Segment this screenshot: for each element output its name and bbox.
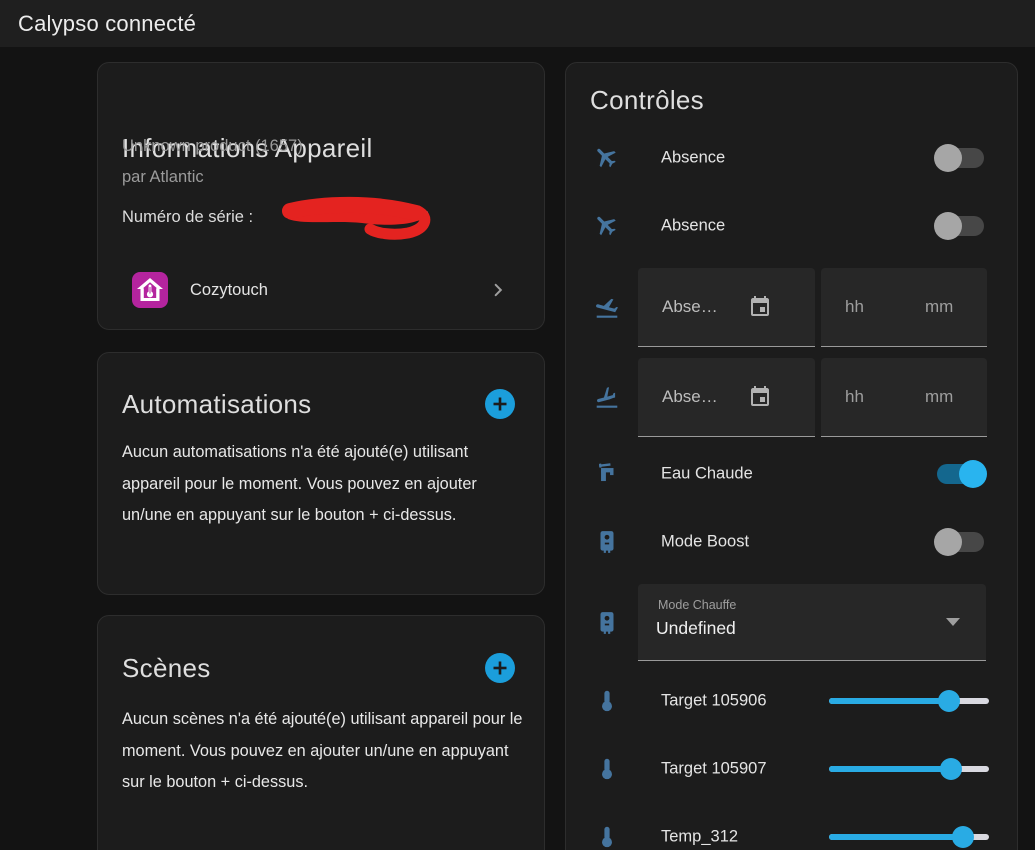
automations-card: Automatisations Aucun automatisations n'… bbox=[97, 352, 545, 595]
controls-card: Contrôles Absence Absence Abse… bbox=[565, 62, 1018, 850]
scenes-card: Scènes Aucun scènes n'a été ajouté(e) ut… bbox=[97, 615, 545, 850]
faucet-icon bbox=[594, 461, 620, 487]
toggle-knob bbox=[934, 528, 962, 556]
control-row-target-105907: Target 105907 bbox=[566, 755, 1019, 783]
toggle-knob bbox=[934, 144, 962, 172]
target-105907-slider[interactable] bbox=[829, 758, 989, 780]
slider-fill bbox=[829, 834, 963, 840]
temp-312-slider[interactable] bbox=[829, 826, 989, 848]
automations-empty-text: Aucun automatisations n'a été ajouté(e) … bbox=[122, 437, 528, 532]
control-row-target-105906: Target 105906 bbox=[566, 687, 1019, 715]
eau-chaude-toggle[interactable] bbox=[937, 464, 984, 484]
control-row-mode-chauffe: Mode Chauffe Undefined bbox=[566, 584, 1019, 661]
device-product: Unknown product (1657) bbox=[122, 137, 303, 156]
airplane-takeoff-icon bbox=[594, 295, 620, 321]
device-info-card: Informations Appareil Unknown product (1… bbox=[97, 62, 545, 330]
select-label: Mode Chauffe bbox=[658, 598, 736, 612]
control-row-absence-start: Abse… hh mm bbox=[566, 268, 1019, 347]
control-label: Mode Boost bbox=[661, 533, 749, 552]
control-row-absence-1: Absence bbox=[566, 144, 1019, 172]
device-serial-tail: 2 bbox=[420, 208, 429, 227]
water-boiler-icon bbox=[594, 529, 620, 555]
mode-chauffe-select[interactable]: Mode Chauffe Undefined bbox=[638, 584, 986, 661]
slider-thumb[interactable] bbox=[940, 758, 962, 780]
thermometer-icon bbox=[594, 824, 620, 850]
minute-placeholder[interactable]: mm bbox=[925, 387, 953, 407]
add-automation-button[interactable] bbox=[485, 389, 515, 419]
calendar-icon bbox=[748, 295, 772, 319]
page-title: Calypso connecté bbox=[0, 11, 196, 37]
select-value: Undefined bbox=[656, 618, 736, 639]
absence-toggle-1[interactable] bbox=[937, 148, 984, 168]
hour-placeholder[interactable]: hh bbox=[845, 297, 864, 317]
control-label: Absence bbox=[661, 217, 725, 236]
airplane-icon bbox=[594, 145, 620, 171]
control-row-absence-end: Abse… hh mm bbox=[566, 358, 1019, 437]
hour-placeholder[interactable]: hh bbox=[845, 387, 864, 407]
chevron-right-icon bbox=[488, 280, 508, 300]
control-label: Target 105906 bbox=[661, 692, 767, 711]
water-boiler-icon bbox=[594, 610, 620, 636]
control-row-temp-312: Temp_312 bbox=[566, 823, 1019, 850]
thermometer-icon bbox=[594, 756, 620, 782]
plus-icon bbox=[492, 660, 508, 676]
integration-row-cozytouch[interactable]: Cozytouch bbox=[122, 266, 522, 314]
minute-placeholder[interactable]: mm bbox=[925, 297, 953, 317]
absence-toggle-2[interactable] bbox=[937, 216, 984, 236]
airplane-landing-icon bbox=[594, 385, 620, 411]
absence-end-time-input[interactable]: hh mm bbox=[821, 358, 987, 437]
app-header: Calypso connecté bbox=[0, 0, 1035, 47]
control-row-mode-boost: Mode Boost bbox=[566, 528, 1019, 556]
toggle-knob bbox=[959, 460, 987, 488]
control-label: Absence bbox=[661, 149, 725, 168]
target-105906-slider[interactable] bbox=[829, 690, 989, 712]
dropdown-arrow-icon bbox=[946, 618, 960, 626]
serial-redaction-scribble-icon bbox=[274, 187, 436, 243]
slider-fill bbox=[829, 698, 949, 704]
calendar-icon bbox=[748, 385, 772, 409]
thermometer-icon bbox=[594, 688, 620, 714]
control-row-eau-chaude: Eau Chaude bbox=[566, 460, 1019, 488]
control-label: Temp_312 bbox=[661, 828, 738, 847]
absence-start-time-input[interactable]: hh mm bbox=[821, 268, 987, 347]
absence-end-date-input[interactable]: Abse… bbox=[638, 358, 815, 437]
integration-name: Cozytouch bbox=[190, 281, 488, 300]
cozytouch-logo-icon bbox=[132, 272, 168, 308]
scenes-empty-text: Aucun scènes n'a été ajouté(e) utilisant… bbox=[122, 704, 528, 799]
control-row-absence-2: Absence bbox=[566, 212, 1019, 240]
absence-start-date-input[interactable]: Abse… bbox=[638, 268, 815, 347]
control-label: Target 105907 bbox=[661, 760, 767, 779]
device-manufacturer: par Atlantic bbox=[122, 168, 204, 187]
airplane-icon bbox=[594, 213, 620, 239]
automations-title: Automatisations bbox=[122, 389, 311, 420]
device-serial-label: Numéro de série : bbox=[122, 208, 253, 227]
device-page: Calypso connecté Informations Appareil U… bbox=[0, 0, 1035, 850]
mode-boost-toggle[interactable] bbox=[937, 532, 984, 552]
toggle-knob bbox=[934, 212, 962, 240]
control-label: Eau Chaude bbox=[661, 465, 753, 484]
date-placeholder: Abse… bbox=[662, 297, 718, 317]
slider-fill bbox=[829, 766, 951, 772]
add-scene-button[interactable] bbox=[485, 653, 515, 683]
scenes-title: Scènes bbox=[122, 653, 211, 684]
controls-title: Contrôles bbox=[590, 85, 704, 116]
slider-thumb[interactable] bbox=[952, 826, 974, 848]
slider-thumb[interactable] bbox=[938, 690, 960, 712]
plus-icon bbox=[492, 396, 508, 412]
date-placeholder: Abse… bbox=[662, 387, 718, 407]
